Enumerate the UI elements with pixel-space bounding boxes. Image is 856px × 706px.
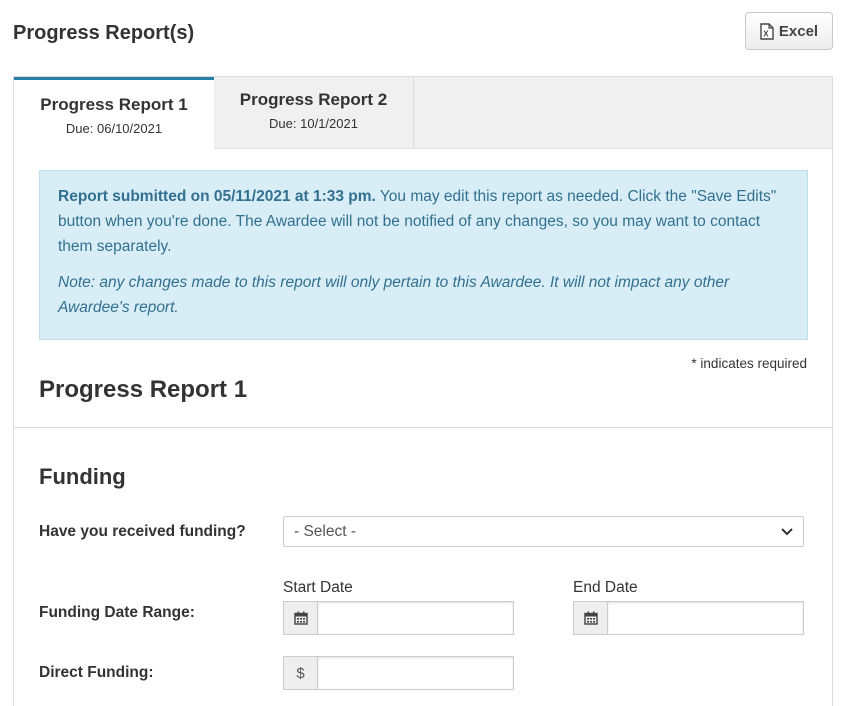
direct-funding-group: $ — [283, 656, 514, 690]
direct-funding-label: Direct Funding: — [39, 664, 154, 681]
page-title: Progress Report(s) — [13, 22, 195, 44]
tab-due-date: Due: 06/10/2021 — [65, 121, 163, 136]
start-date-input[interactable] — [317, 601, 514, 635]
end-date-group — [573, 601, 804, 635]
tab-title: Progress Report 2 — [239, 90, 388, 109]
start-date-group — [283, 601, 514, 635]
direct-funding-input[interactable] — [317, 656, 514, 690]
required-note: * indicates required — [691, 356, 807, 371]
chevron-down-icon — [781, 523, 793, 541]
alert-note: Note: any changes made to this report wi… — [58, 274, 730, 316]
alert-bold-text: Report submitted on 05/11/2021 at 1:33 p… — [58, 188, 376, 205]
excel-file-icon: X — [760, 22, 774, 40]
alert-message: Report submitted on 05/11/2021 at 1:33 p… — [58, 184, 789, 259]
end-date-label: End Date — [573, 579, 638, 596]
select-value: - Select - — [294, 522, 357, 540]
received-funding-label: Have you received funding? — [39, 523, 246, 540]
section-divider — [14, 427, 832, 428]
funding-heading: Funding — [39, 464, 126, 489]
dollar-addon: $ — [283, 656, 317, 690]
tab-title: Progress Report 1 — [40, 95, 188, 114]
received-funding-select[interactable]: - Select - — [283, 516, 804, 547]
svg-text:X: X — [763, 29, 769, 38]
tab-progress-report-2[interactable]: Progress Report 2 Due: 10/1/2021 — [214, 77, 414, 149]
report-tabs: Progress Report 1 Due: 06/10/2021 Progre… — [14, 77, 832, 150]
start-date-label: Start Date — [283, 579, 353, 596]
tab-progress-report-1[interactable]: Progress Report 1 Due: 06/10/2021 — [14, 77, 214, 150]
end-date-input[interactable] — [607, 601, 804, 635]
report-heading: Progress Report 1 — [39, 376, 248, 403]
funding-date-range-label: Funding Date Range: — [39, 604, 195, 621]
excel-button-label: Excel — [778, 22, 819, 40]
excel-export-button[interactable]: X Excel — [745, 12, 833, 50]
calendar-icon[interactable] — [573, 601, 607, 635]
calendar-icon[interactable] — [283, 601, 317, 635]
submission-info-alert: Report submitted on 05/11/2021 at 1:33 p… — [39, 170, 808, 340]
progress-report-card: Progress Report 1 Due: 06/10/2021 Progre… — [13, 76, 833, 706]
tab-due-date: Due: 10/1/2021 — [269, 116, 358, 131]
